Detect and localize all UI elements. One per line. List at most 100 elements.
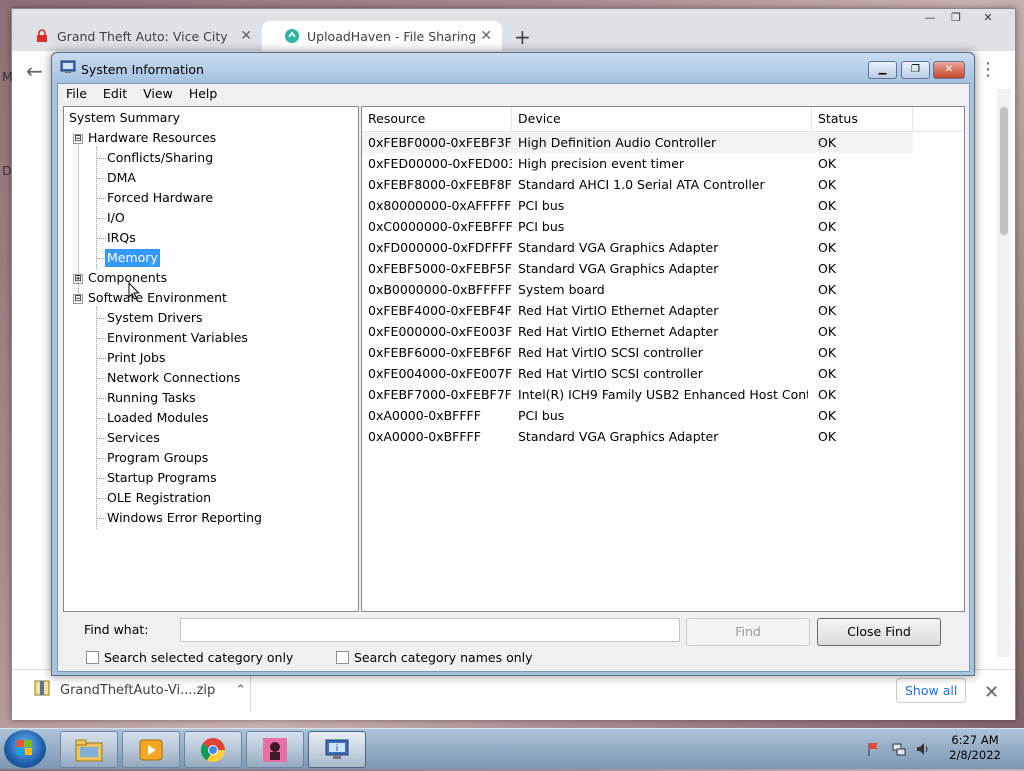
checkbox-label: Search selected category only [104, 650, 294, 665]
list-row[interactable]: 0xFEBF6000-0xFEBF6FFF Red Hat VirtIO SCSI… [362, 342, 913, 363]
browser-restore-button[interactable]: ❐ [944, 11, 968, 27]
checkbox-box[interactable] [336, 651, 349, 664]
network-icon[interactable] [891, 741, 907, 761]
browser-tab-gta[interactable]: Grand Theft Auto: Vice City Free ✕ [12, 21, 262, 51]
download-item[interactable]: GrandTheftAuto-Vi....zip ⌃ [34, 680, 246, 700]
svg-text:i: i [336, 744, 339, 754]
cell-device: High precision event timer [518, 156, 685, 171]
start-button-windows-icon[interactable] [4, 730, 46, 768]
tree-item-ole-registration[interactable]: OLE Registration [107, 489, 211, 507]
tree-item-services[interactable]: Services [107, 429, 160, 447]
list-row[interactable]: 0xB0000000-0xBFFFFFFF System board OK [362, 279, 913, 300]
tree-item-windows-error-reporting[interactable]: Windows Error Reporting [107, 509, 262, 527]
column-header-status[interactable]: Status [812, 107, 913, 131]
list-row[interactable]: 0xA0000-0xBFFFF PCI bus OK [362, 405, 913, 426]
collapse-icon[interactable]: ⊟ [73, 294, 83, 304]
collapse-icon[interactable]: ⊟ [73, 134, 83, 144]
tree-connector [97, 178, 106, 179]
tree-item-system-summary[interactable]: System Summary [69, 109, 180, 127]
tree-item-environment-variables[interactable]: Environment Variables [107, 329, 248, 347]
search-category-names-checkbox[interactable]: Search category names only [336, 650, 533, 665]
list-row[interactable]: 0xFE000000-0xFE003FFF Red Hat VirtIO Ethe… [362, 321, 913, 342]
tree-item-print-jobs[interactable]: Print Jobs [107, 349, 166, 367]
cell-resource: 0xFEBF4000-0xFEBF4FFF [368, 303, 512, 318]
browser-minimize-button[interactable]: — [918, 11, 942, 27]
taskbar-chrome-icon[interactable] [184, 731, 242, 768]
list-row[interactable]: 0xFEBF8000-0xFEBF8FFF Standard AHCI 1.0 S… [362, 174, 913, 195]
back-arrow-icon[interactable]: ← [26, 59, 43, 83]
cell-resource: 0xFEBF0000-0xFEBF3FFF [368, 135, 512, 150]
cell-resource: 0xFEBF7000-0xFEBF7FFF [368, 387, 512, 402]
close-find-button[interactable]: Close Find [817, 618, 941, 646]
tree-item-irqs[interactable]: IRQs [107, 229, 136, 247]
cell-device: High Definition Audio Controller [518, 135, 717, 150]
list-row[interactable]: 0xFEBF5000-0xFEBF5FFF Standard VGA Graphi… [362, 258, 913, 279]
browser-tab-uploadhaven[interactable]: UploadHaven - File Sharing Mad ✕ [262, 21, 502, 51]
close-button[interactable]: ✕ [933, 61, 965, 79]
menu-view[interactable]: View [135, 84, 181, 104]
action-center-flag-icon[interactable] [866, 741, 882, 761]
tree-item-forced-hardware[interactable]: Forced Hardware [107, 189, 213, 207]
find-button[interactable]: Find [686, 618, 810, 646]
close-download-bar-icon[interactable]: ✕ [984, 682, 999, 703]
list-row[interactable]: 0xFED00000-0xFED003... High precision eve… [362, 153, 913, 174]
list-row[interactable]: 0xC0000000-0xFEBFFFFF PCI bus OK [362, 216, 913, 237]
tree-connector [97, 358, 106, 359]
minimize-button[interactable]: ▁ [868, 61, 897, 79]
details-list[interactable]: Resource Device Status 0xFEBF0000-0xFEBF… [361, 106, 965, 612]
menu-edit[interactable]: Edit [95, 84, 135, 104]
column-header-resource[interactable]: Resource [362, 107, 512, 131]
tree-item-io[interactable]: I/O [107, 209, 125, 227]
cell-device: Standard VGA Graphics Adapter [518, 261, 719, 276]
taskbar-gta-vice-city-icon[interactable] [246, 731, 304, 768]
taskbar-explorer-icon[interactable] [60, 731, 118, 768]
list-row[interactable]: 0xFD000000-0xFDFFFFFF Standard VGA Graphi… [362, 237, 913, 258]
list-row[interactable]: 0xFEBF7000-0xFEBF7FFF Intel(R) ICH9 Famil… [362, 384, 913, 405]
scrollbar-thumb[interactable] [1000, 107, 1008, 235]
tree-item-memory-selected[interactable]: Memory [105, 249, 160, 267]
tree-item-dma[interactable]: DMA [107, 169, 136, 187]
page-scrollbar[interactable] [997, 89, 1011, 657]
list-row[interactable]: 0xFEBF4000-0xFEBF4FFF Red Hat VirtIO Ethe… [362, 300, 913, 321]
list-row[interactable]: 0xFEBF0000-0xFEBF3FFF High Definition Aud… [362, 132, 913, 153]
window-titlebar[interactable]: System Information ▁ ❐ ✕ [52, 53, 974, 83]
restore-button[interactable]: ❐ [901, 61, 930, 79]
page-edge-text: M [2, 69, 13, 84]
menu-file[interactable]: File [58, 84, 95, 104]
tree-item-program-groups[interactable]: Program Groups [107, 449, 208, 467]
tree-item-system-drivers[interactable]: System Drivers [107, 309, 203, 327]
tree-item-conflicts-sharing[interactable]: Conflicts/Sharing [107, 149, 213, 167]
menu-help[interactable]: Help [181, 84, 226, 104]
browser-menu-icon[interactable]: ⋮ [979, 59, 997, 80]
tree-item-hardware-resources[interactable]: Hardware Resources [88, 129, 216, 147]
tree-connector [97, 478, 106, 479]
volume-icon[interactable] [915, 741, 931, 761]
tab-close-icon[interactable]: ✕ [480, 28, 492, 44]
chevron-up-icon[interactable]: ⌃ [235, 683, 246, 698]
taskbar-media-player-icon[interactable] [122, 731, 180, 768]
new-tab-button[interactable]: + [514, 25, 531, 49]
tree-item-startup-programs[interactable]: Startup Programs [107, 469, 217, 487]
tab-close-icon[interactable]: ✕ [240, 28, 252, 44]
tree-item-network-connections[interactable]: Network Connections [107, 369, 240, 387]
system-clock[interactable]: 6:27 AM 2/8/2022 [940, 733, 1010, 763]
show-all-button[interactable]: Show all [896, 678, 967, 703]
cell-status: OK [818, 219, 837, 234]
list-row[interactable]: 0x80000000-0xAFFFFFFF PCI bus OK [362, 195, 913, 216]
category-tree[interactable]: System Summary ⊟ Hardware Resources Conf… [63, 106, 359, 612]
uploadhaven-logo-icon [284, 28, 300, 44]
taskbar-system-info-icon[interactable]: i [308, 731, 366, 768]
cell-status: OK [818, 345, 837, 360]
checkbox-box[interactable] [86, 651, 99, 664]
cell-resource: 0xFEBF6000-0xFEBF6FFF [368, 345, 512, 360]
tree-item-loaded-modules[interactable]: Loaded Modules [107, 409, 209, 427]
expand-icon[interactable]: ⊞ [73, 274, 83, 284]
search-selected-category-checkbox[interactable]: Search selected category only [86, 650, 293, 665]
list-row[interactable]: 0xFE004000-0xFE007FFF Red Hat VirtIO SCSI… [362, 363, 913, 384]
list-row[interactable]: 0xA0000-0xBFFFF Standard VGA Graphics Ada… [362, 426, 913, 447]
tree-item-running-tasks[interactable]: Running Tasks [107, 389, 196, 407]
column-header-device[interactable]: Device [512, 107, 812, 131]
browser-close-button[interactable]: ✕ [976, 11, 1000, 27]
tree-item-software-environment[interactable]: Software Environment [88, 289, 227, 307]
find-what-input[interactable] [180, 618, 680, 642]
